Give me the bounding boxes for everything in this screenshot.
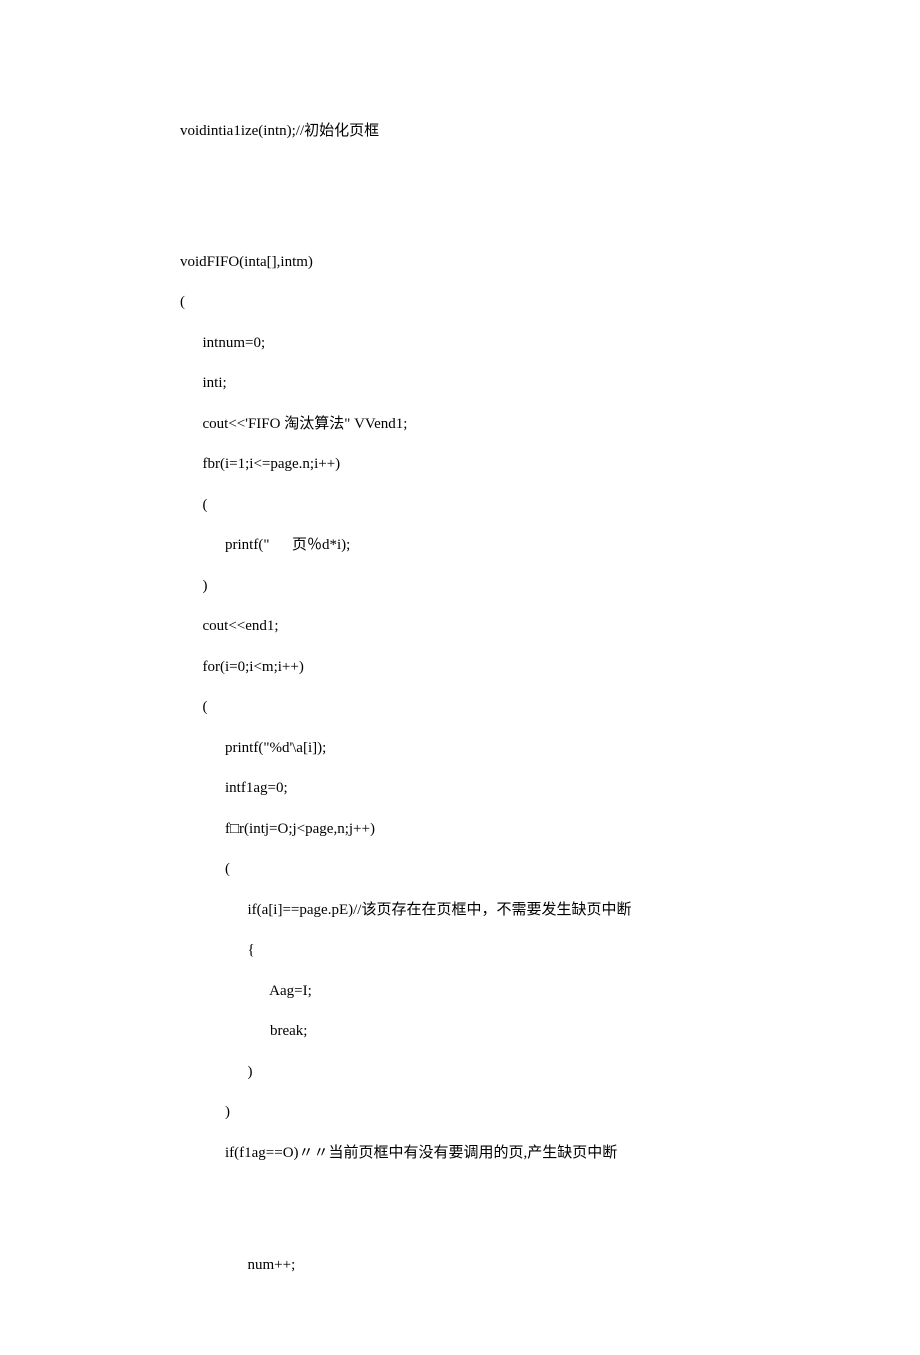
code-line: for(i=0;i<m;i++) (180, 656, 740, 679)
code-line: ( (180, 696, 740, 719)
code-line: cout<<end1; (180, 615, 740, 638)
code-line: num++; (180, 1254, 740, 1277)
code-line: if(a[i]==page.pE)//该页存在在页框中，不需要发生缺页中断 (180, 899, 740, 922)
code-line: break; (180, 1020, 740, 1043)
code-line: printf(" 页％d*i); (180, 534, 740, 557)
code-line: Aag=I; (180, 980, 740, 1003)
code-line: printf("%d'\a[i]); (180, 737, 740, 760)
code-line: ( (180, 291, 740, 314)
code-line: ( (180, 494, 740, 517)
code-line: intf1ag=0; (180, 777, 740, 800)
code-line: voidFIFO(inta[],intm) (180, 251, 740, 274)
code-line: { (180, 939, 740, 962)
blank-line (180, 1218, 740, 1236)
code-line: ( (180, 858, 740, 881)
code-line: ) (180, 1061, 740, 1084)
code-line: intnum=0; (180, 332, 740, 355)
code-line: voidintia1ize(intn);//初始化页框 (180, 120, 740, 143)
code-line: if(f1ag==O)〃〃当前页框中有没有要调用的页,产生缺页中断 (180, 1142, 740, 1165)
document-page: voidintia1ize(intn);//初始化页框 voidFIFO(int… (0, 0, 920, 1355)
code-line: f□r(intj=O;j<page,n;j++) (180, 818, 740, 841)
code-line: ) (180, 575, 740, 598)
code-line: ) (180, 1101, 740, 1124)
code-line: cout<<'FIFO 淘汰算法" VVend1; (180, 413, 740, 436)
code-line: inti; (180, 372, 740, 395)
blank-line (180, 161, 740, 251)
blank-line (180, 1182, 740, 1200)
code-line: fbr(i=1;i<=page.n;i++) (180, 453, 740, 476)
